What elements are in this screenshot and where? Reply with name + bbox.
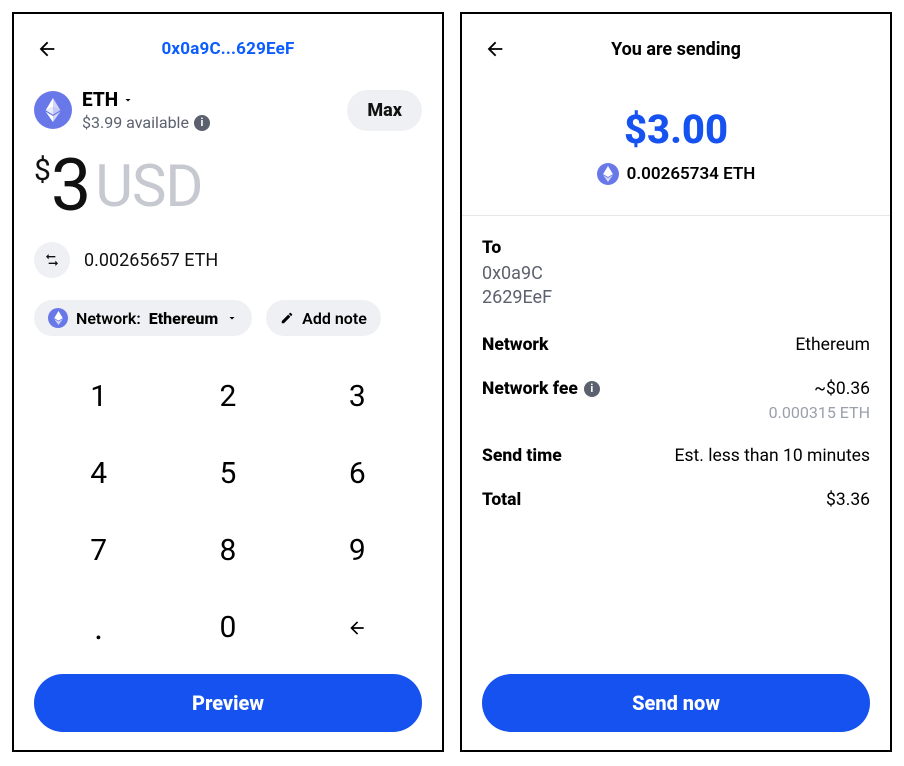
amount-display: $ 3 USD	[34, 150, 422, 222]
total-row: Total $3.36	[482, 490, 870, 510]
transaction-details: To 0x0a9C 2629EeF Network Ethereum Netwo…	[482, 238, 870, 510]
usd-amount: $3.00	[482, 106, 870, 153]
key-5[interactable]: 5	[163, 435, 292, 512]
header: 0x0a9C...629EeF	[34, 32, 422, 66]
network-selector[interactable]: Network: Ethereum	[34, 300, 252, 336]
key-backspace[interactable]	[293, 589, 422, 666]
eth-icon	[597, 163, 619, 185]
eth-icon	[34, 91, 72, 129]
amount-summary: $3.00 0.00265734 ETH	[482, 106, 870, 185]
send-confirm-screen: You are sending $3.00 0.00265734 ETH To …	[460, 12, 892, 752]
key-2[interactable]: 2	[163, 358, 292, 435]
header: You are sending	[482, 32, 870, 66]
info-icon[interactable]	[584, 381, 600, 397]
key-7[interactable]: 7	[34, 512, 163, 589]
max-button[interactable]: Max	[347, 90, 422, 131]
amount-value: 3	[51, 150, 89, 222]
key-9[interactable]: 9	[293, 512, 422, 589]
asset-row: ETH $3.99 available Max	[34, 88, 422, 132]
chevron-down-icon	[122, 94, 134, 106]
currency-symbol: $	[34, 156, 51, 186]
chevron-down-icon	[226, 312, 238, 324]
total-value: $3.36	[826, 490, 870, 510]
numeric-keypad: 1 2 3 4 5 6 7 8 9 . 0	[34, 358, 422, 666]
preview-button[interactable]: Preview	[34, 674, 422, 732]
info-icon[interactable]	[194, 115, 210, 131]
eth-icon	[48, 308, 68, 328]
page-title: You are sending	[611, 39, 741, 60]
to-section: To 0x0a9C 2629EeF	[482, 238, 870, 311]
asset-selector[interactable]: ETH	[82, 88, 347, 111]
fee-usd: ~$0.36	[814, 379, 870, 399]
asset-symbol: ETH	[82, 88, 118, 111]
arrow-left-icon	[344, 618, 370, 638]
divider	[462, 215, 890, 216]
key-6[interactable]: 6	[293, 435, 422, 512]
eth-amount: 0.00265734 ETH	[627, 164, 756, 184]
key-3[interactable]: 3	[293, 358, 422, 435]
network-value: Ethereum	[149, 309, 218, 328]
key-4[interactable]: 4	[34, 435, 163, 512]
total-label: Total	[482, 490, 521, 510]
network-prefix: Network:	[76, 309, 141, 328]
time-value: Est. less than 10 minutes	[675, 446, 870, 466]
network-value: Ethereum	[795, 335, 870, 355]
available-balance: $3.99 available	[82, 113, 347, 132]
key-decimal[interactable]: .	[34, 589, 163, 666]
key-0[interactable]: 0	[163, 589, 292, 666]
fee-row: Network fee ~$0.36 0.000315 ETH	[482, 379, 870, 422]
add-note-button[interactable]: Add note	[266, 300, 381, 336]
recipient-address-link[interactable]: 0x0a9C...629EeF	[161, 39, 294, 59]
to-label: To	[482, 238, 870, 258]
swap-currency-button[interactable]	[34, 242, 70, 278]
key-8[interactable]: 8	[163, 512, 292, 589]
swap-icon	[44, 252, 60, 268]
key-1[interactable]: 1	[34, 358, 163, 435]
time-label: Send time	[482, 446, 562, 466]
pencil-icon	[280, 311, 294, 325]
currency-label: USD	[95, 158, 202, 216]
time-row: Send time Est. less than 10 minutes	[482, 446, 870, 466]
fee-label: Network fee	[482, 379, 578, 399]
eth-equivalent: 0.00265657 ETH	[84, 250, 218, 271]
fee-eth: 0.000315 ETH	[769, 403, 870, 422]
send-now-button[interactable]: Send now	[482, 674, 870, 732]
network-label: Network	[482, 335, 548, 355]
to-address: 0x0a9C 2629EeF	[482, 262, 870, 311]
send-amount-screen: 0x0a9C...629EeF ETH $3.99 available Max …	[12, 12, 444, 752]
network-row: Network Ethereum	[482, 335, 870, 355]
